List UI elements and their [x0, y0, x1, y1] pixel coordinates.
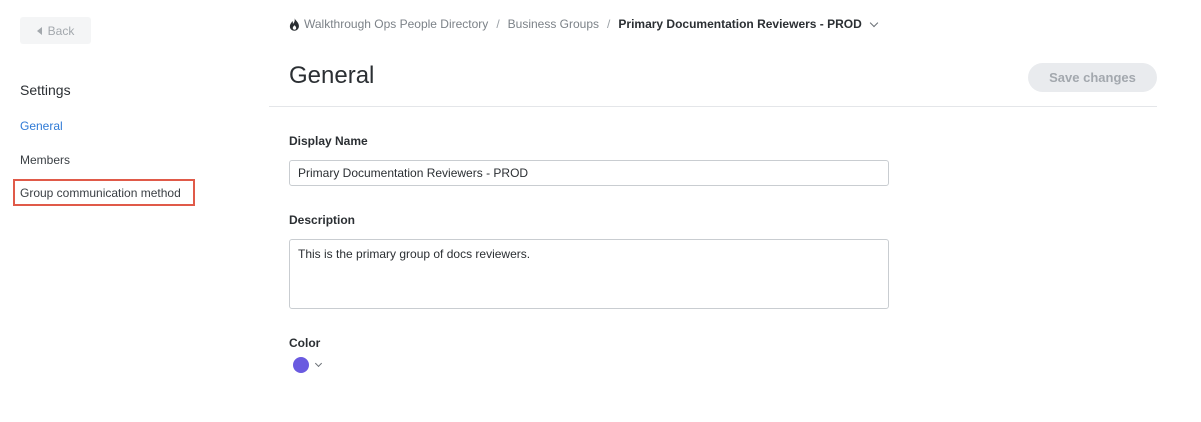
color-picker[interactable] [293, 357, 323, 373]
display-name-label: Display Name [289, 134, 368, 148]
color-swatch[interactable] [293, 357, 309, 373]
breadcrumb: Walkthrough Ops People Directory / Busin… [289, 17, 879, 31]
caret-left-icon [36, 26, 42, 35]
breadcrumb-separator: / [607, 17, 611, 31]
group-settings-page: Back Settings General Members Group comm… [0, 0, 1201, 422]
sidebar-item-members[interactable]: Members [20, 153, 70, 167]
description-textarea[interactable]: This is the primary group of docs review… [289, 239, 889, 309]
settings-heading: Settings [20, 82, 71, 98]
description-label: Description [289, 213, 356, 227]
breadcrumb-current-group[interactable]: Primary Documentation Reviewers - PROD [618, 17, 861, 31]
flame-icon [289, 17, 299, 31]
breadcrumb-separator: / [496, 17, 500, 31]
save-changes-button[interactable]: Save changes [1028, 63, 1157, 92]
breadcrumb-item-directory[interactable]: Walkthrough Ops People Directory [304, 17, 488, 31]
page-title: General [289, 62, 375, 89]
back-button[interactable]: Back [20, 17, 91, 44]
display-name-input[interactable]: Primary Documentation Reviewers - PROD [289, 160, 889, 186]
chevron-down-icon[interactable] [869, 18, 879, 27]
sidebar-item-label: Group communication method [20, 185, 181, 200]
header-divider [269, 106, 1157, 107]
chevron-down-icon[interactable] [314, 359, 323, 368]
breadcrumb-item-business-groups[interactable]: Business Groups [508, 17, 599, 31]
sidebar-item-group-communication-method[interactable]: Group communication method [13, 179, 195, 206]
sidebar-item-general[interactable]: General [20, 119, 63, 133]
back-label: Back [47, 23, 75, 38]
color-label: Color [289, 336, 321, 350]
